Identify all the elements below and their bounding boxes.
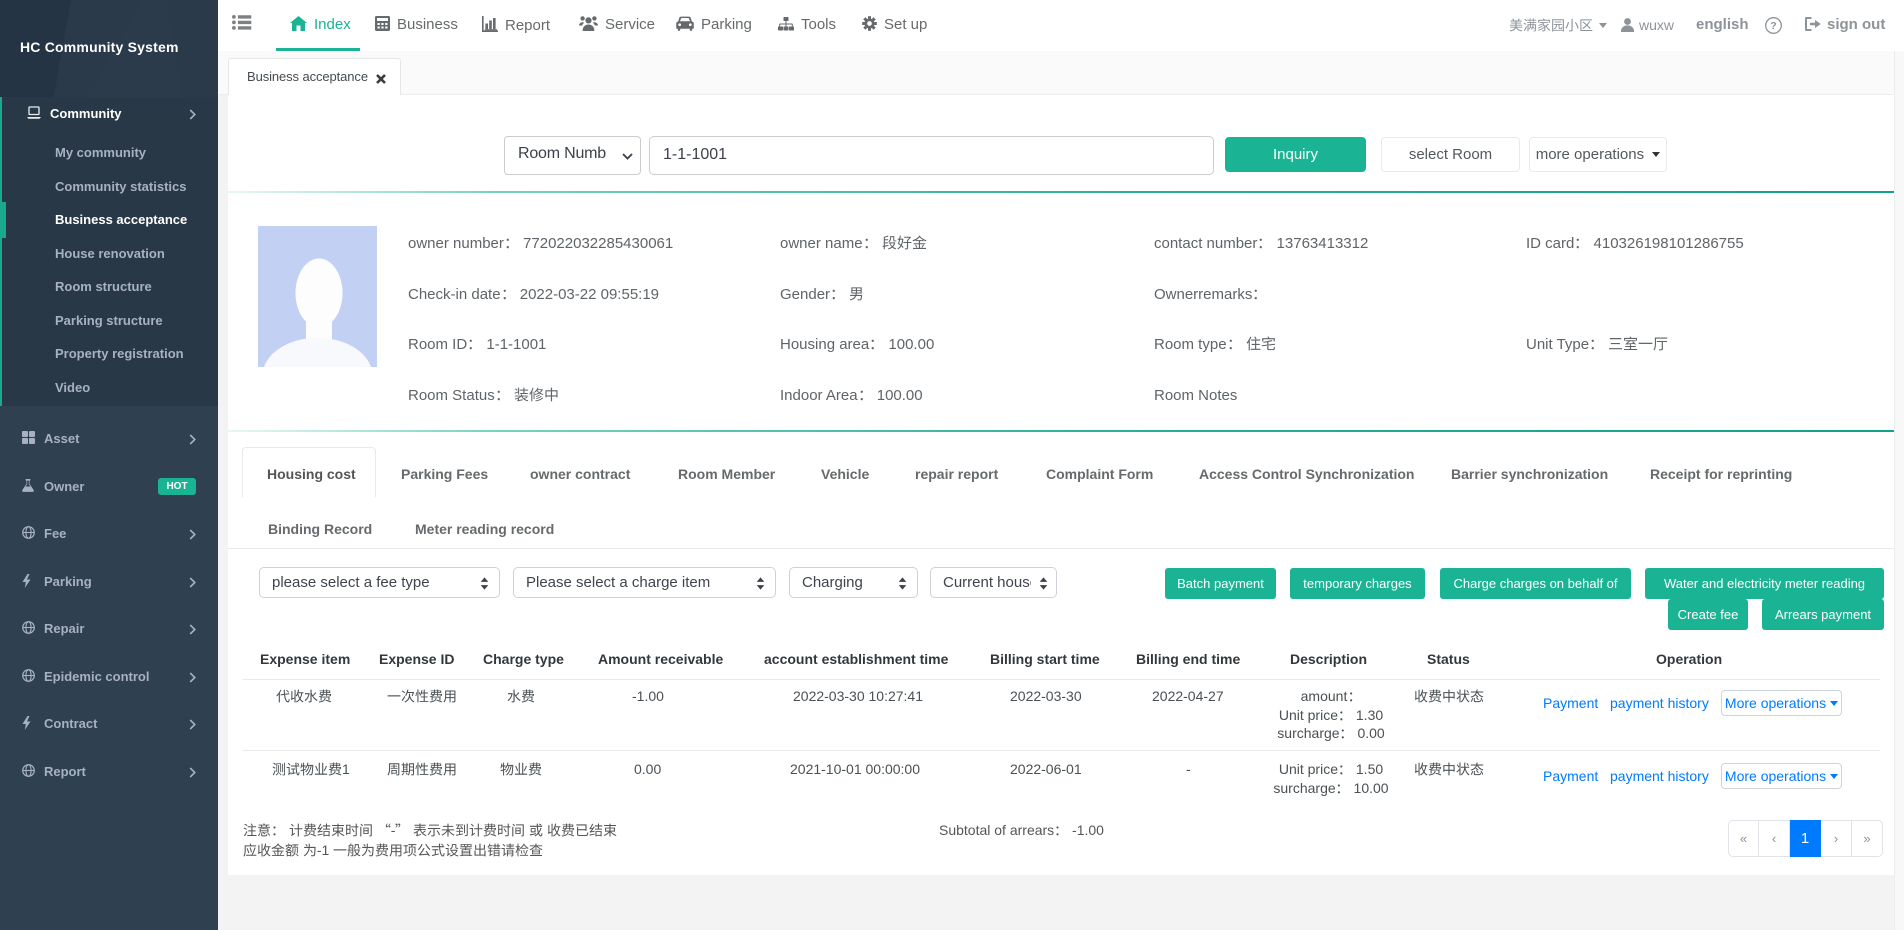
svg-text:?: ?	[1770, 20, 1776, 32]
